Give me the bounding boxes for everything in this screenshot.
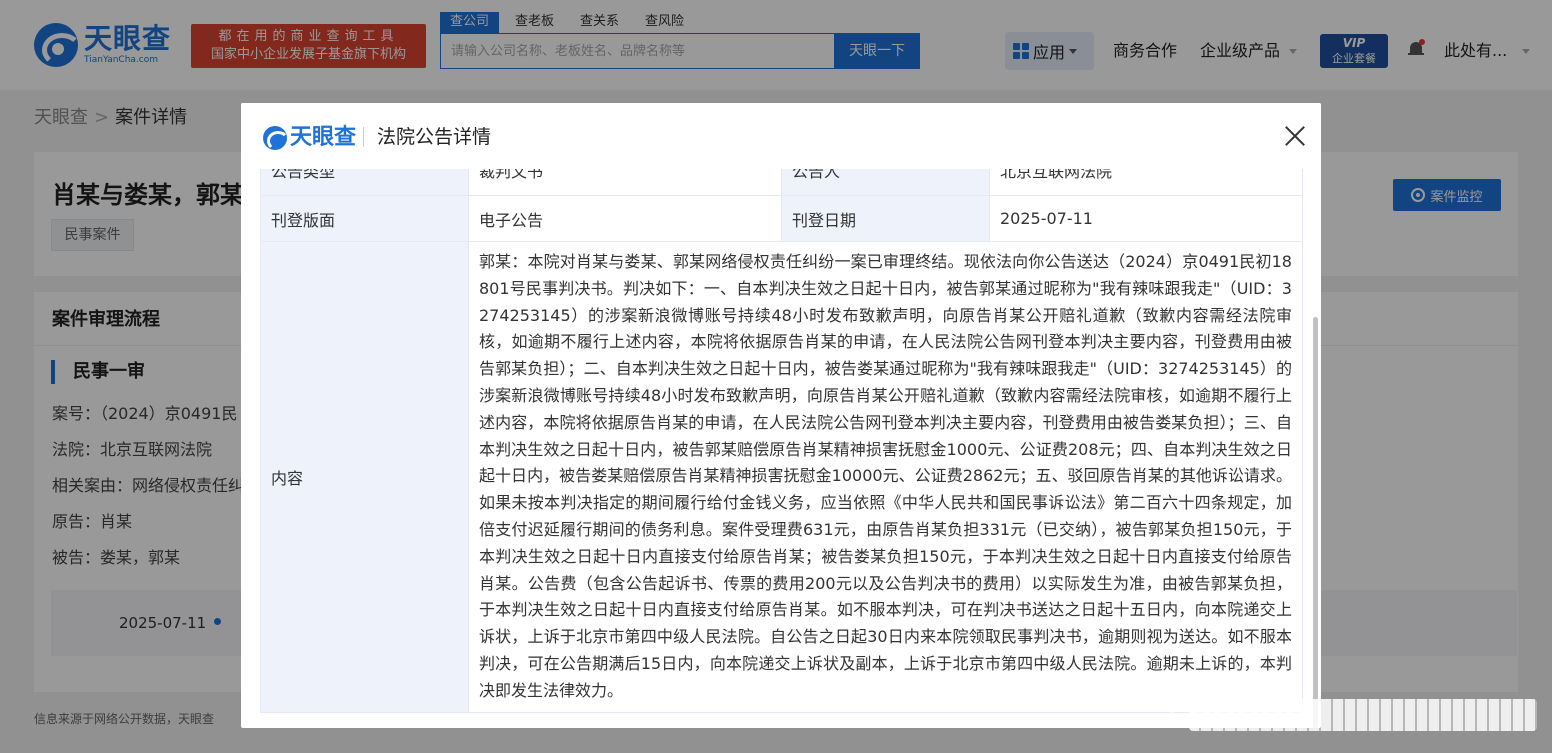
close-icon[interactable] (1284, 125, 1306, 147)
court-notice-modal: 天眼查 法院公告详情 公告类型 裁判文书 公告人 北京互联网法院 刊登版面 电子… (241, 103, 1321, 728)
modal-body[interactable]: 公告类型 裁判文书 公告人 北京互联网法院 刊登版面 电子公告 刊登日期 202… (241, 169, 1321, 728)
notice-type-value: 裁判文书 (468, 169, 782, 196)
announcer-label: 公告人 (781, 169, 990, 196)
modal-title: 法院公告详情 (377, 126, 492, 148)
publish-layout-value: 电子公告 (468, 195, 782, 242)
watermark (1189, 699, 1537, 731)
modal-logo: 天眼查 (263, 125, 356, 151)
announcer-value: 北京互联网法院 (989, 169, 1303, 196)
divider (363, 127, 364, 147)
content-cell: 郭某：本院对肖某与娄某、郭某网络侵权责任纠纷一案已审理终结。现依法向你公告送达（… (468, 241, 1303, 713)
table-row: 内容 郭某：本院对肖某与娄某、郭某网络侵权责任纠纷一案已审理终结。现依法向你公告… (260, 241, 1303, 713)
publish-date-value: 2025-07-11 (989, 195, 1303, 242)
modal-header: 天眼查 法院公告详情 (241, 103, 1321, 169)
content-value: 郭某：本院对肖某与娄某、郭某网络侵权责任纠纷一案已审理终结。现依法向你公告送达（… (479, 252, 1292, 700)
publish-layout-label: 刊登版面 (260, 195, 469, 242)
table-row: 公告类型 裁判文书 公告人 北京互联网法院 (260, 169, 1303, 196)
table-row: 刊登版面 电子公告 刊登日期 2025-07-11 (260, 195, 1303, 242)
notice-type-label: 公告类型 (260, 169, 469, 196)
publish-date-label: 刊登日期 (781, 195, 990, 242)
notice-info-table: 公告类型 裁判文书 公告人 北京互联网法院 刊登版面 电子公告 刊登日期 202… (260, 169, 1303, 713)
modal-logo-name: 天眼查 (290, 125, 357, 150)
logo-icon (263, 126, 287, 150)
scrollbar-thumb[interactable] (1313, 317, 1318, 728)
content-label: 内容 (260, 241, 469, 713)
